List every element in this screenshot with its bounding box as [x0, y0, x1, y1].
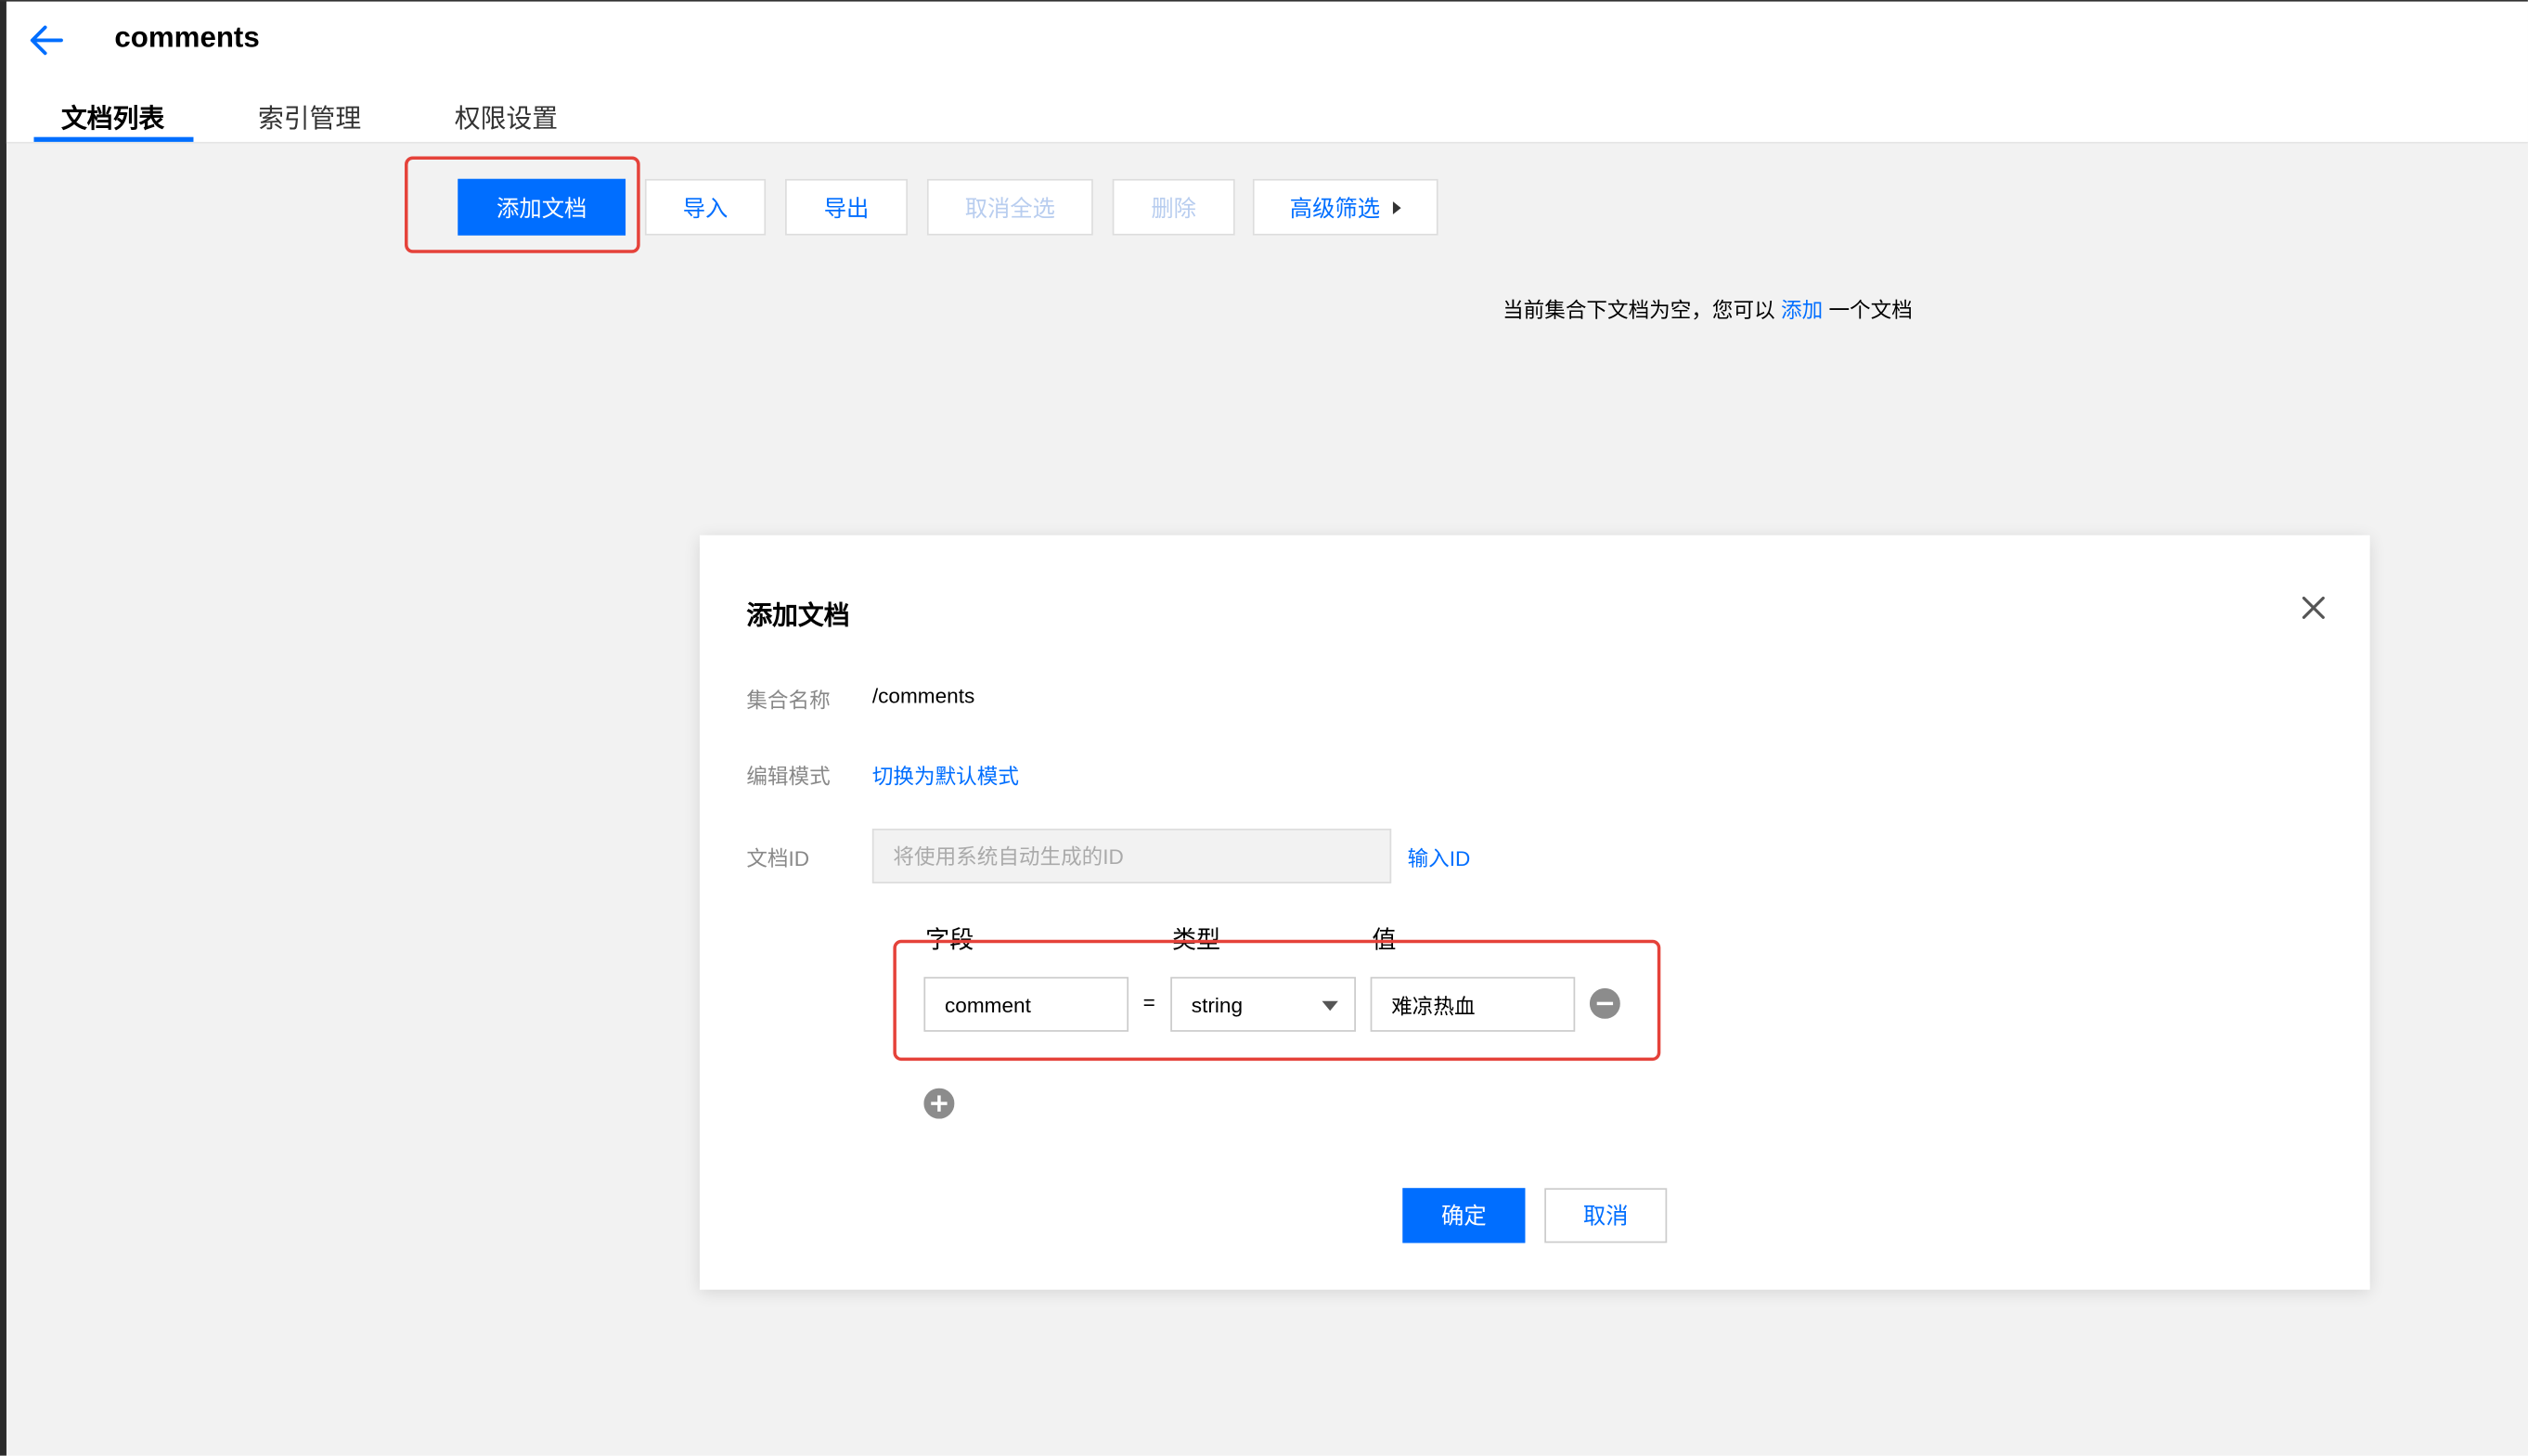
enter-id-link[interactable]: 输入ID	[1408, 842, 1471, 872]
advanced-filter-button[interactable]: 高级筛选	[1252, 178, 1438, 236]
back-arrow-icon[interactable]	[26, 19, 68, 61]
field-name-input[interactable]	[923, 976, 1129, 1032]
deselect-all-button[interactable]: 取消全选	[926, 178, 1093, 236]
page-header	[6, 1, 2528, 144]
add-document-button[interactable]: 添加文档	[458, 178, 626, 236]
document-id-input	[871, 828, 1392, 883]
chevron-down-icon	[1322, 1000, 1338, 1011]
add-field-icon[interactable]	[923, 1088, 955, 1119]
advanced-filter-label: 高级筛选	[1289, 194, 1381, 221]
remove-field-icon[interactable]	[1589, 987, 1620, 1019]
document-id-label: 文档ID	[746, 846, 810, 871]
page-title: comments	[114, 20, 260, 54]
tab-document-list[interactable]: 文档列表	[61, 97, 164, 135]
export-button[interactable]: 导出	[785, 178, 909, 236]
field-value-input[interactable]	[1370, 976, 1576, 1032]
caret-right-icon	[1392, 200, 1401, 214]
tab-index-management[interactable]: 索引管理	[258, 97, 361, 135]
import-button[interactable]: 导入	[644, 178, 767, 236]
active-tab-indicator	[33, 136, 194, 142]
window-edge	[0, 0, 6, 1456]
app-window: comments 文档列表 索引管理 权限设置 添加文档 导入 导出 取消全选 …	[0, 0, 2528, 1456]
confirm-button[interactable]: 确定	[1402, 1188, 1526, 1243]
switch-default-mode-link[interactable]: 切换为默认模式	[872, 759, 1019, 790]
empty-state-prefix: 当前集合下文档为空，您可以	[1503, 298, 1775, 323]
empty-state-message: 当前集合下文档为空，您可以 添加 一个文档	[1503, 293, 1913, 324]
tab-permission-settings[interactable]: 权限设置	[455, 97, 558, 135]
equals-sign: =	[1142, 989, 1155, 1014]
type-select[interactable]: string	[1170, 976, 1356, 1032]
close-icon[interactable]	[2296, 590, 2331, 625]
empty-state-add-link[interactable]: 添加	[1781, 298, 1823, 322]
collection-name-label: 集合名称	[746, 688, 831, 713]
collection-name-value: /comments	[871, 683, 975, 708]
dialog-title: 添加文档	[746, 602, 850, 631]
edit-mode-label: 编辑模式	[746, 764, 831, 789]
add-document-dialog: 添加文档 集合名称 /comments 编辑模式 切换为默认模式 文档ID 输入…	[699, 535, 2370, 1290]
delete-button[interactable]: 删除	[1112, 178, 1235, 236]
type-select-value: string	[1191, 992, 1244, 1017]
cancel-button[interactable]: 取消	[1544, 1188, 1668, 1243]
empty-state-suffix: 一个文档	[1828, 298, 1913, 323]
